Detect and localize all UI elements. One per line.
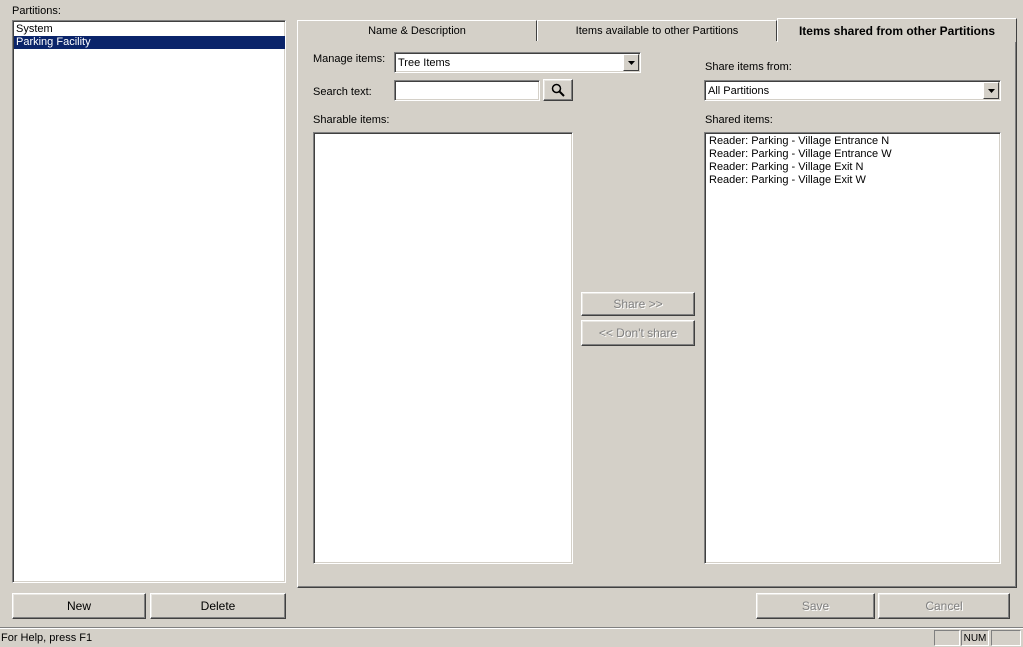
shared-list-item[interactable]: Reader: Parking - Village Exit N <box>707 161 1000 174</box>
tab-items-available[interactable]: Items available to other Partitions <box>537 20 777 41</box>
shared-list-item[interactable]: Reader: Parking - Village Entrance W <box>707 148 1000 161</box>
shared-items-label: Shared items: <box>705 114 773 126</box>
dont-share-button[interactable]: << Don't share <box>581 320 695 346</box>
status-pane-caps <box>934 630 960 646</box>
partitions-list[interactable]: System Parking Facility <box>12 20 286 583</box>
delete-button[interactable]: Delete <box>150 593 286 619</box>
magnifier-icon <box>551 83 565 97</box>
cancel-button[interactable]: Cancel <box>878 593 1010 619</box>
chevron-down-icon[interactable] <box>623 54 639 71</box>
status-help-text: For Help, press F1 <box>1 632 93 644</box>
partitions-label: Partitions: <box>12 5 61 17</box>
search-text-label: Search text: <box>313 86 372 98</box>
share-items-from-label: Share items from: <box>705 61 792 73</box>
chevron-down-icon[interactable] <box>983 82 999 99</box>
manage-items-value: Tree Items <box>398 56 451 69</box>
status-pane-scroll <box>991 630 1021 646</box>
status-num-indicator: NUM <box>961 630 989 646</box>
sharable-items-label: Sharable items: <box>313 114 390 126</box>
search-button[interactable] <box>543 79 573 101</box>
share-items-from-value: All Partitions <box>708 84 770 97</box>
search-input[interactable] <box>394 80 540 101</box>
manage-items-combo[interactable]: Tree Items <box>394 52 641 73</box>
new-button[interactable]: New <box>12 593 146 619</box>
tab-items-shared[interactable]: Items shared from other Partitions <box>777 18 1017 42</box>
manage-items-label: Manage items: <box>313 53 386 65</box>
share-items-from-combo[interactable]: All Partitions <box>704 80 1001 101</box>
tab-name-description[interactable]: Name & Description <box>297 20 537 41</box>
partition-list-item[interactable]: System <box>14 23 285 36</box>
shared-items-list[interactable]: Reader: Parking - Village Entrance N Read… <box>704 132 1001 564</box>
sharable-items-list[interactable] <box>313 132 573 564</box>
save-button[interactable]: Save <box>756 593 875 619</box>
shared-list-item[interactable]: Reader: Parking - Village Exit W <box>707 174 1000 187</box>
shared-list-item[interactable]: Reader: Parking - Village Entrance N <box>707 135 1000 148</box>
partition-list-item[interactable]: Parking Facility <box>14 36 285 49</box>
share-button[interactable]: Share >> <box>581 292 695 316</box>
status-separator <box>0 627 1023 629</box>
